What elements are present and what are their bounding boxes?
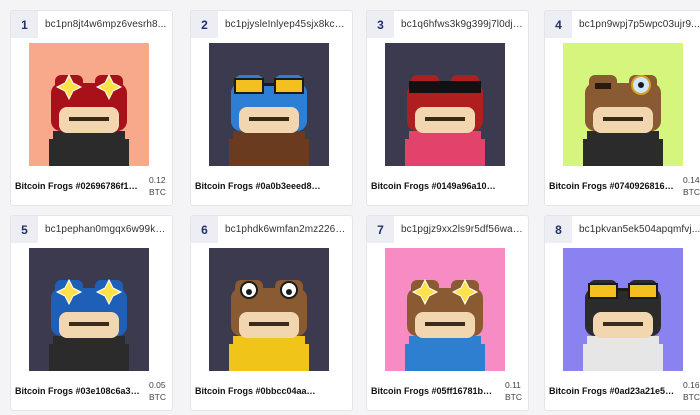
nft-card[interactable]: 5 bc1pephan0mgqx6w99kn... Bitcoin Frogs #0… <box>10 215 173 411</box>
price-unit: BTC <box>683 187 700 197</box>
frog-avatar-image <box>209 43 329 166</box>
price-value: 0.14 <box>683 175 700 185</box>
frog-avatar-image <box>29 43 149 166</box>
nft-card[interactable]: 8 bc1pkvan5ek504apqmfvj... Bitcoin Frogs #… <box>544 215 700 411</box>
nft-image[interactable] <box>563 248 683 371</box>
price-unit: BTC <box>149 392 166 402</box>
nft-name[interactable]: Bitcoin Frogs #05ff16781b80... <box>371 386 497 396</box>
price-label: 0.11 BTC <box>505 379 522 403</box>
rank-badge: 4 <box>545 11 572 38</box>
price-value: 0.05 <box>149 380 166 390</box>
nft-name[interactable]: Bitcoin Frogs #0bbcc04aabee7da5... <box>195 386 321 396</box>
nft-image[interactable] <box>385 248 505 371</box>
rank-badge: 5 <box>11 216 38 243</box>
rank-badge: 3 <box>367 11 394 38</box>
nft-card[interactable]: 2 bc1pjysleInlyep45sjx8kc5... Bitcoin Frog… <box>190 10 353 206</box>
nft-image[interactable] <box>209 43 329 166</box>
nft-name[interactable]: Bitcoin Frogs #0a0b3eeed8d0ee02f... <box>195 181 321 191</box>
nft-image[interactable] <box>385 43 505 166</box>
frog-avatar-image <box>29 248 149 371</box>
price-unit: BTC <box>683 392 700 402</box>
nft-card[interactable]: 7 bc1pgjz9xx2ls9r5df56waq... Bitcoin Frogs… <box>366 215 529 411</box>
price-label: 0.16 BTC <box>683 379 700 403</box>
price-value: 0.12 <box>149 175 166 185</box>
nft-image[interactable] <box>209 248 329 371</box>
price-label: 0.05 BTC <box>149 379 166 403</box>
nft-card[interactable]: 6 bc1phdk6wmfan2mz2268... Bitcoin Frogs #0… <box>190 215 353 411</box>
owner-address[interactable]: bc1pkvan5ek504apqmfvj... <box>579 224 700 235</box>
owner-address[interactable]: bc1q6hfws3k9g399j7l0djx... <box>401 19 524 30</box>
owner-address[interactable]: bc1pn9wpj7p5wpc03ujr9... <box>579 19 700 30</box>
nft-image[interactable] <box>563 43 683 166</box>
nft-image[interactable] <box>29 43 149 166</box>
nft-name[interactable]: Bitcoin Frogs #07409268164... <box>549 181 675 191</box>
frog-avatar-image <box>209 248 329 371</box>
nft-name[interactable]: Bitcoin Frogs #02696786f17... <box>15 181 141 191</box>
price-value: 0.16 <box>683 380 700 390</box>
owner-address[interactable]: bc1pn8jt4w6mpz6vesrh8... <box>45 19 168 30</box>
price-unit: BTC <box>505 392 522 402</box>
owner-address[interactable]: bc1pgjz9xx2ls9r5df56waq... <box>401 224 524 235</box>
owner-address[interactable]: bc1pephan0mgqx6w99kn... <box>45 224 168 235</box>
frog-avatar-image <box>563 248 683 371</box>
rank-badge: 8 <box>545 216 572 243</box>
nft-name[interactable]: Bitcoin Frogs #03e108c6a3f... <box>15 386 141 396</box>
frog-avatar-image <box>385 248 505 371</box>
price-value: 0.11 <box>505 380 521 390</box>
nft-name[interactable]: Bitcoin Frogs #0149a96a107d6f697... <box>371 181 497 191</box>
nft-card[interactable]: 4 bc1pn9wpj7p5wpc03ujr9... Bitcoin Frogs #… <box>544 10 700 206</box>
nft-image[interactable] <box>29 248 149 371</box>
nft-name[interactable]: Bitcoin Frogs #0ad23a21e53... <box>549 386 675 396</box>
rank-badge: 7 <box>367 216 394 243</box>
rank-badge: 2 <box>191 11 218 38</box>
owner-address[interactable]: bc1phdk6wmfan2mz2268... <box>225 224 348 235</box>
frog-avatar-image <box>563 43 683 166</box>
price-label: 0.14 BTC <box>683 174 700 198</box>
nft-card[interactable]: 1 bc1pn8jt4w6mpz6vesrh8... Bitcoin Frogs #… <box>10 10 173 206</box>
rank-badge: 1 <box>11 11 38 38</box>
nft-card[interactable]: 3 bc1q6hfws3k9g399j7l0djx... Bitcoin Frogs… <box>366 10 529 206</box>
owner-address[interactable]: bc1pjysleInlyep45sjx8kc5... <box>225 19 348 30</box>
frog-avatar-image <box>385 43 505 166</box>
price-label: 0.12 BTC <box>149 174 166 198</box>
price-unit: BTC <box>149 187 166 197</box>
rank-badge: 6 <box>191 216 218 243</box>
